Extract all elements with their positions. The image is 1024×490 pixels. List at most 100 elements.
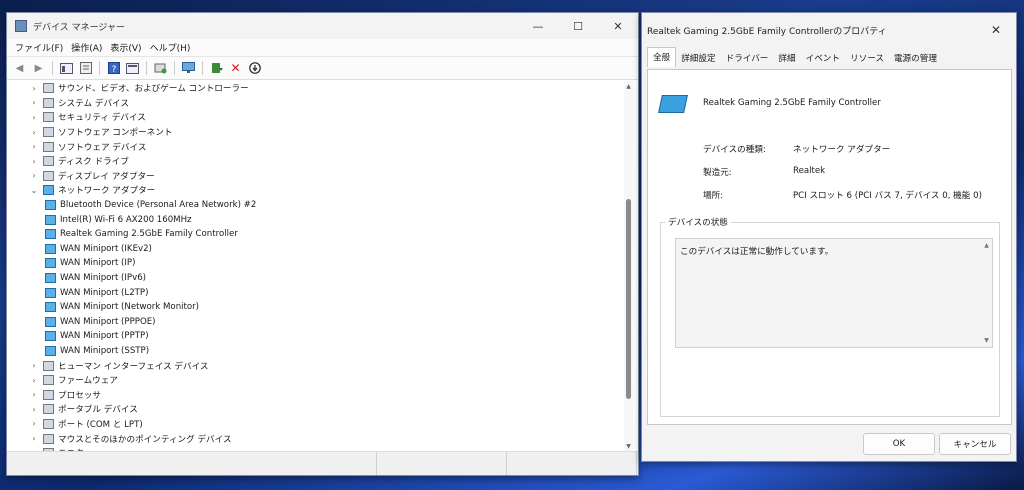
tree-child-item[interactable]: WAN Miniport (Network Monitor) <box>7 300 627 315</box>
network-adapter-icon <box>45 287 56 298</box>
system-icon <box>43 97 54 108</box>
port-icon <box>43 418 54 429</box>
tree-item-label: WAN Miniport (PPTP) <box>60 331 149 342</box>
tree-category[interactable]: › ソフトウェア デバイス <box>7 139 627 154</box>
display-icon <box>43 170 54 181</box>
tree-category[interactable]: › ディスク ドライブ <box>7 154 627 169</box>
tree-child-item[interactable]: WAN Miniport (IP) <box>7 256 627 271</box>
tree-scrollbar[interactable]: ▲ ▼ <box>624 81 633 453</box>
menu-view[interactable]: 表示(V) <box>110 41 141 54</box>
chevron-right-icon[interactable]: › <box>29 405 39 414</box>
device-manager-window: デバイス マネージャー — ☐ ✕ ファイル(F) 操作(A) 表示(V) ヘル… <box>6 12 639 476</box>
tree-category[interactable]: › システム デバイス <box>7 96 627 111</box>
hid-icon <box>43 360 54 371</box>
tree-category[interactable]: › ポータブル デバイス <box>7 402 627 417</box>
tree-child-item[interactable]: WAN Miniport (PPTP) <box>7 329 627 344</box>
tree-child-item[interactable]: WAN Miniport (SSTP) <box>7 344 627 359</box>
network-adapter-icon <box>45 345 56 356</box>
tab-general[interactable]: 全般 <box>647 47 677 67</box>
tab-strip: 全般 詳細設定 ドライバー 詳細 イベント リソース 電源の管理 <box>647 47 942 67</box>
tree-category[interactable]: › セキュリティ デバイス <box>7 110 627 125</box>
forward-icon[interactable]: ▶ <box>31 61 46 76</box>
close-button[interactable]: ✕ <box>598 13 638 39</box>
chevron-right-icon[interactable]: › <box>29 98 39 107</box>
network-adapter-icon <box>45 302 56 313</box>
tree-child-item[interactable]: WAN Miniport (PPPOE) <box>7 315 627 330</box>
maximize-button[interactable]: ☐ <box>558 13 598 39</box>
monitor-icon[interactable] <box>181 61 196 76</box>
tree-category[interactable]: › マウスとそのほかのポインティング デバイス <box>7 431 627 446</box>
chevron-right-icon[interactable]: › <box>29 128 39 137</box>
chevron-right-icon[interactable]: › <box>29 376 39 385</box>
tree-category[interactable]: › サウンド、ビデオ、およびゲーム コントローラー <box>7 81 627 96</box>
tree-category[interactable]: › ディスプレイ アダプター <box>7 169 627 184</box>
processor-icon <box>43 389 54 400</box>
tree-category[interactable]: › ヒューマン インターフェイス デバイス <box>7 358 627 373</box>
tree-category[interactable]: › ポート (COM と LPT) <box>7 417 627 432</box>
chevron-right-icon[interactable]: › <box>29 434 39 443</box>
dialog-close-button[interactable]: ✕ <box>976 23 1016 37</box>
chevron-right-icon[interactable]: › <box>29 419 39 428</box>
network-adapter-icon <box>45 229 56 240</box>
tree-item-label: サウンド、ビデオ、およびゲーム コントローラー <box>58 84 249 95</box>
tree-child-item[interactable]: WAN Miniport (L2TP) <box>7 285 627 300</box>
view-icon[interactable] <box>125 61 140 76</box>
tree-child-item[interactable]: WAN Miniport (IPv6) <box>7 271 627 286</box>
tab-advanced[interactable]: 詳細設定 <box>676 50 720 67</box>
title-bar[interactable]: デバイス マネージャー — ☐ ✕ <box>7 13 638 39</box>
toolbar: ◀ ▶ ? ✕ <box>7 56 638 80</box>
back-icon[interactable]: ◀ <box>12 61 27 76</box>
device-tree[interactable]: › サウンド、ビデオ、およびゲーム コントローラー › システム デバイス › セキュリテ… <box>7 81 627 453</box>
uninstall-icon[interactable]: ✕ <box>228 61 243 76</box>
tree-category[interactable]: ⌄ ネットワーク アダプター <box>7 183 627 198</box>
location-value: PCI スロット 6 (PCI バス 7, デバイス 0, 機能 0) <box>793 191 982 201</box>
tree-child-item[interactable]: Realtek Gaming 2.5GbE Family Controller <box>7 227 627 242</box>
tree-category[interactable]: › ソフトウェア コンポーネント <box>7 125 627 140</box>
tree-child-item[interactable]: Intel(R) Wi-Fi 6 AX200 160MHz <box>7 212 627 227</box>
scroll-down-icon[interactable]: ▼ <box>624 443 633 451</box>
tree-item-label: ディスク ドライブ <box>58 157 129 168</box>
properties-icon[interactable] <box>78 61 93 76</box>
minimize-button[interactable]: — <box>518 13 558 39</box>
tree-child-item[interactable]: Bluetooth Device (Personal Area Network)… <box>7 198 627 213</box>
tree-item-label: セキュリティ デバイス <box>58 113 146 124</box>
scroll-thumb[interactable] <box>626 199 631 399</box>
tab-events[interactable]: イベント <box>801 50 845 67</box>
show-hide-icon[interactable] <box>59 61 74 76</box>
tree-category[interactable]: › ファームウェア <box>7 373 627 388</box>
chevron-right-icon[interactable]: › <box>29 84 39 93</box>
scan-icon[interactable] <box>153 61 168 76</box>
chevron-down-icon[interactable]: ⌄ <box>29 186 39 195</box>
device-type-label: デバイスの種類: <box>703 145 766 155</box>
menu-file[interactable]: ファイル(F) <box>15 41 63 54</box>
update-driver-icon[interactable] <box>209 61 224 76</box>
chevron-right-icon[interactable]: › <box>29 390 39 399</box>
svg-text:?: ? <box>111 65 116 74</box>
chevron-right-icon[interactable]: › <box>29 142 39 151</box>
tab-driver[interactable]: ドライバー <box>721 50 774 67</box>
window-title: デバイス マネージャー <box>33 22 125 33</box>
disable-icon[interactable] <box>247 61 262 76</box>
network-adapter-icon <box>45 331 56 342</box>
tab-resources[interactable]: リソース <box>845 50 889 67</box>
cancel-button[interactable]: キャンセル <box>939 433 1011 455</box>
chevron-right-icon[interactable]: › <box>29 361 39 370</box>
tree-item-label: WAN Miniport (L2TP) <box>60 287 149 298</box>
chevron-right-icon[interactable]: › <box>29 157 39 166</box>
menu-action[interactable]: 操作(A) <box>71 41 102 54</box>
scroll-up-icon[interactable]: ▲ <box>983 242 990 249</box>
scroll-up-icon[interactable]: ▲ <box>624 83 633 91</box>
tab-power-management[interactable]: 電源の管理 <box>889 50 942 67</box>
tab-details[interactable]: 詳細 <box>773 50 800 67</box>
ok-button[interactable]: OK <box>863 433 935 455</box>
device-status-box[interactable]: このデバイスは正常に動作しています。 ▲ ▼ <box>675 238 993 348</box>
dialog-title-bar[interactable]: Realtek Gaming 2.5GbE Family Controllerの… <box>642 13 1016 47</box>
menu-help[interactable]: ヘルプ(H) <box>150 41 191 54</box>
help-icon[interactable]: ? <box>106 61 121 76</box>
scroll-down-icon[interactable]: ▼ <box>983 337 990 344</box>
chevron-right-icon[interactable]: › <box>29 171 39 180</box>
manufacturer-label: 製造元: <box>703 168 732 178</box>
tree-child-item[interactable]: WAN Miniport (IKEv2) <box>7 242 627 257</box>
tree-category[interactable]: › プロセッサ <box>7 387 627 402</box>
chevron-right-icon[interactable]: › <box>29 113 39 122</box>
